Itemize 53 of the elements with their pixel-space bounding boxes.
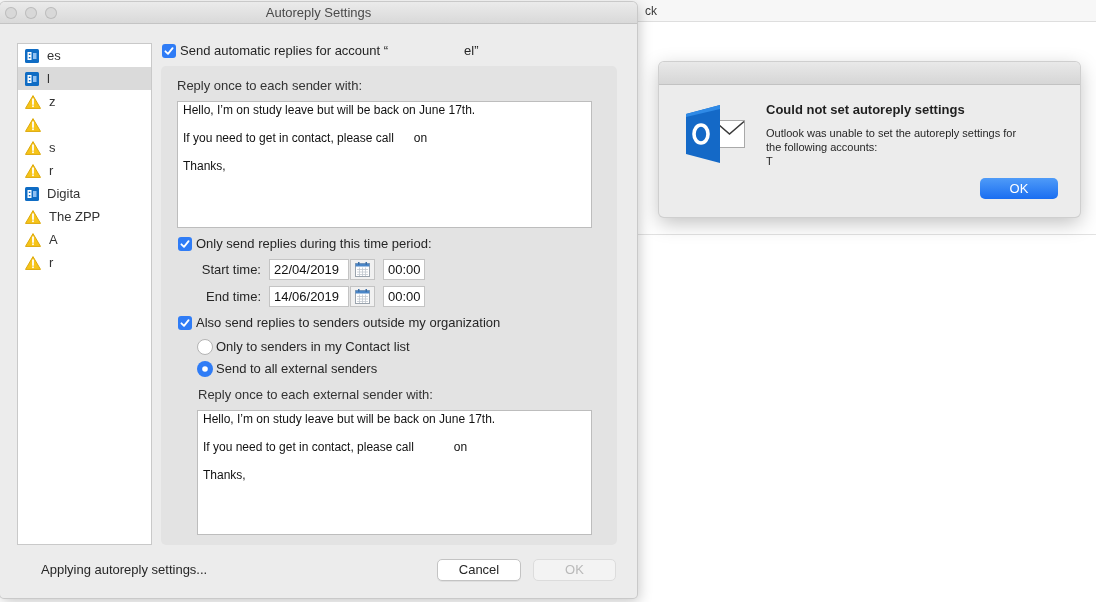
ok-button[interactable]: OK: [980, 178, 1058, 199]
warning-icon: [25, 140, 41, 155]
warning-icon: [25, 163, 41, 178]
warning-icon: [25, 94, 41, 109]
checkbox-label[interactable]: Only send replies during this time period:: [196, 236, 432, 252]
account-tile-icon: [25, 48, 39, 63]
account-item[interactable]: l: [18, 67, 151, 90]
checkbox-label[interactable]: Send automatic replies for account “: [180, 43, 389, 59]
checkbox[interactable]: [162, 44, 176, 58]
date-field[interactable]: 14/06/2019: [269, 286, 349, 307]
account-item[interactable]: r: [18, 159, 151, 182]
account-item[interactable]: es: [18, 44, 151, 67]
warning-icon: [25, 209, 41, 224]
radio-label[interactable]: Send to all external senders: [216, 361, 378, 377]
account-name: T: [766, 154, 774, 168]
time-label: Start time:: [200, 261, 261, 278]
account-item[interactable]: r: [18, 251, 151, 274]
warning-icon: [25, 232, 41, 247]
field-label: Reply once to each sender with:: [177, 78, 363, 94]
alert-title: Could not set autoreply settings: [766, 102, 966, 118]
calendar-button[interactable]: [350, 286, 375, 307]
account-tile-icon: [25, 186, 39, 201]
time-field[interactable]: 00:00: [383, 286, 425, 307]
radio-button[interactable]: [197, 361, 213, 377]
cancel-button[interactable]: Cancel: [437, 559, 521, 581]
field-label: Reply once to each external sender with:: [198, 387, 434, 403]
radio-label[interactable]: Only to senders in my Contact list: [216, 339, 410, 355]
time-field[interactable]: 00:00: [383, 259, 425, 280]
toolbar-label[interactable]: ck: [645, 3, 657, 18]
date-field[interactable]: 22/04/2019: [269, 259, 349, 280]
calendar-button[interactable]: [350, 259, 375, 280]
warning-icon: [25, 117, 41, 132]
account-item[interactable]: The ZPP: [18, 205, 151, 228]
radio-button[interactable]: [197, 339, 213, 355]
account-name-fragment: el”: [464, 43, 479, 59]
calendar-icon: [355, 289, 370, 304]
external-reply-field[interactable]: Hello, I’m on study leave but will be back on June 17th. If you need to get in contact, please call on Thanks,: [197, 410, 592, 535]
reply-message-field[interactable]: Hello, I’m on study leave but will be back on June 17th. If you need to get in contact, please call on Thanks,: [177, 101, 592, 228]
checkbox[interactable]: [178, 316, 192, 330]
time-label: End time:: [205, 288, 261, 305]
account-tile-icon: [25, 71, 39, 86]
checkbox-label[interactable]: Also send replies to senders outside my organization: [196, 315, 501, 331]
window-title: Autoreply Settings: [265, 4, 372, 21]
calendar-icon: [355, 262, 370, 277]
account-item[interactable]: A: [18, 228, 151, 251]
account-item[interactable]: z: [18, 90, 151, 113]
mail-app-icon: [686, 105, 746, 163]
status-text: Applying autoreply settings...: [41, 562, 208, 578]
checkbox[interactable]: [178, 237, 192, 251]
warning-icon: [25, 255, 41, 270]
alert-message: Outlook was unable to set the autoreply settings for the following accounts:: [766, 126, 1018, 154]
account-item[interactable]: s: [18, 136, 151, 159]
account-item[interactable]: Digita: [18, 182, 151, 205]
